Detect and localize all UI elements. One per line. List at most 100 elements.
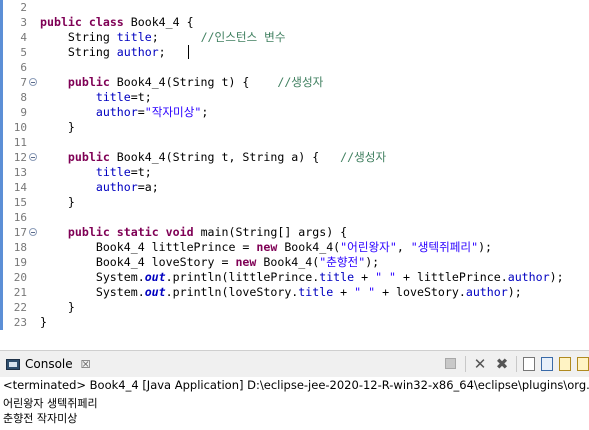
- scroll-lock-icon[interactable]: [523, 357, 535, 371]
- code-text: author=a;: [40, 180, 159, 195]
- console-icon: [6, 358, 20, 370]
- line-number: 11: [13, 136, 27, 149]
- code-line[interactable]: 13 title=t;: [0, 165, 589, 180]
- show-on-output-icon[interactable]: [541, 357, 553, 371]
- code-line[interactable]: 19 Book4_4 loveStory = new Book4_4("춘향전"…: [0, 255, 589, 270]
- pin-icon[interactable]: [577, 357, 589, 371]
- close-icon[interactable]: ☒: [81, 358, 91, 371]
- code-line[interactable]: 23}: [0, 315, 589, 330]
- code-token: "작자미상": [144, 105, 202, 119]
- code-line[interactable]: 10 }: [0, 120, 589, 135]
- fold-collapse-icon[interactable]: [29, 228, 37, 236]
- code-editor[interactable]: 2 3 public class Book4_4 {4 String title; …: [0, 0, 589, 330]
- code-text: public Book4_4(String t) { //생성자: [40, 75, 323, 90]
- code-text: author="작자미상";: [40, 105, 209, 120]
- code-token: +: [354, 270, 376, 284]
- code-token: void: [165, 225, 194, 239]
- code-line[interactable]: 14 author=a;: [0, 180, 589, 195]
- fold-collapse-icon[interactable]: [29, 78, 37, 86]
- code-token: System.: [40, 285, 145, 299]
- code-text: }: [40, 315, 47, 330]
- code-token: //생성자: [340, 150, 387, 164]
- remove-launch-icon[interactable]: ✕: [472, 356, 488, 372]
- code-text: System.out.println(loveStory.title + " "…: [40, 285, 522, 300]
- code-line[interactable]: 2: [0, 0, 589, 15]
- code-line[interactable]: 17 public static void main(String[] args…: [0, 225, 589, 240]
- code-line[interactable]: 9 author="작자미상";: [0, 105, 589, 120]
- line-number: 21: [13, 286, 27, 299]
- code-token: public: [67, 75, 110, 89]
- code-line[interactable]: 8 title=t;: [0, 90, 589, 105]
- code-token: System.: [40, 270, 145, 284]
- code-line[interactable]: 20 System.out.println(littlePrince.title…: [0, 270, 589, 285]
- line-number: 13: [13, 166, 27, 179]
- console-tab[interactable]: Console ☒: [2, 354, 95, 374]
- code-token: " ": [375, 270, 397, 284]
- code-line[interactable]: 22 }: [0, 300, 589, 315]
- line-number: 17: [13, 226, 27, 239]
- fold-collapse-icon[interactable]: [29, 153, 37, 161]
- code-text: public Book4_4(String t, String a) { //생…: [40, 150, 386, 165]
- code-token: String: [40, 45, 117, 59]
- code-line[interactable]: 11: [0, 135, 589, 150]
- code-token: Book4_4(String t, String a) {: [109, 150, 341, 164]
- code-token: main(String[] args) {: [193, 225, 348, 239]
- code-line[interactable]: 7 public Book4_4(String t) { //생성자: [0, 75, 589, 90]
- terminated-status: <terminated> Book4_4 [Java Application] …: [3, 378, 589, 392]
- line-number: 3: [20, 16, 27, 29]
- console-tab-bar: Console ☒ ✕ ✖: [0, 350, 589, 378]
- code-token: class: [88, 15, 124, 29]
- code-token: ;: [201, 105, 209, 119]
- console-output-line: 춘향전 작자미상: [3, 412, 78, 425]
- code-token: out: [144, 270, 166, 284]
- code-token: }: [40, 315, 47, 329]
- code-token: + littlePrince.: [396, 270, 508, 284]
- code-line[interactable]: 5 String author;: [0, 45, 589, 60]
- line-number: 9: [20, 106, 27, 119]
- code-token: =t;: [130, 90, 152, 104]
- console-output[interactable]: <terminated> Book4_4 [Java Application] …: [0, 377, 589, 430]
- code-line[interactable]: 18 Book4_4 littlePrince = new Book4_4("어…: [0, 240, 589, 255]
- code-line[interactable]: 21 System.out.println(loveStory.title + …: [0, 285, 589, 300]
- terminate-icon[interactable]: [443, 356, 459, 372]
- word-wrap-icon[interactable]: [559, 357, 571, 371]
- code-line[interactable]: 12 public Book4_4(String t, String a) { …: [0, 150, 589, 165]
- code-token: "생텍쥐페리": [410, 240, 479, 254]
- line-number: 12: [13, 151, 27, 164]
- toolbar-separator: [465, 356, 466, 372]
- line-number: 19: [13, 256, 27, 269]
- code-line[interactable]: 4 String title; //인스턴스 변수: [0, 30, 589, 45]
- code-token: title: [95, 165, 131, 179]
- code-token: author: [465, 285, 508, 299]
- code-text: }: [40, 300, 75, 315]
- code-text: }: [40, 120, 75, 135]
- code-token: =: [137, 105, 145, 119]
- code-token: Book4_4 loveStory =: [40, 255, 236, 269]
- code-token: );: [478, 240, 493, 254]
- line-number: 6: [20, 61, 27, 74]
- code-token: }: [40, 300, 75, 314]
- code-token: String: [40, 30, 117, 44]
- code-token: " ": [354, 285, 376, 299]
- code-token: =t;: [130, 165, 152, 179]
- code-token: title: [319, 270, 355, 284]
- code-text: public static void main(String[] args) {: [40, 225, 347, 240]
- code-text: System.out.println(littlePrince.title + …: [40, 270, 564, 285]
- code-token: new: [256, 240, 278, 254]
- code-line[interactable]: 15 }: [0, 195, 589, 210]
- code-line[interactable]: 16: [0, 210, 589, 225]
- code-token: .println(loveStory.: [165, 285, 299, 299]
- code-token: Book4_4 {: [123, 15, 194, 29]
- remove-all-icon[interactable]: ✖: [494, 356, 510, 372]
- code-line[interactable]: 3 public class Book4_4 {: [0, 15, 589, 30]
- code-line[interactable]: 6: [0, 60, 589, 75]
- code-token: );: [365, 255, 380, 269]
- code-text: public class Book4_4 {: [40, 15, 194, 30]
- code-token: +: [333, 285, 355, 299]
- code-token: title: [298, 285, 334, 299]
